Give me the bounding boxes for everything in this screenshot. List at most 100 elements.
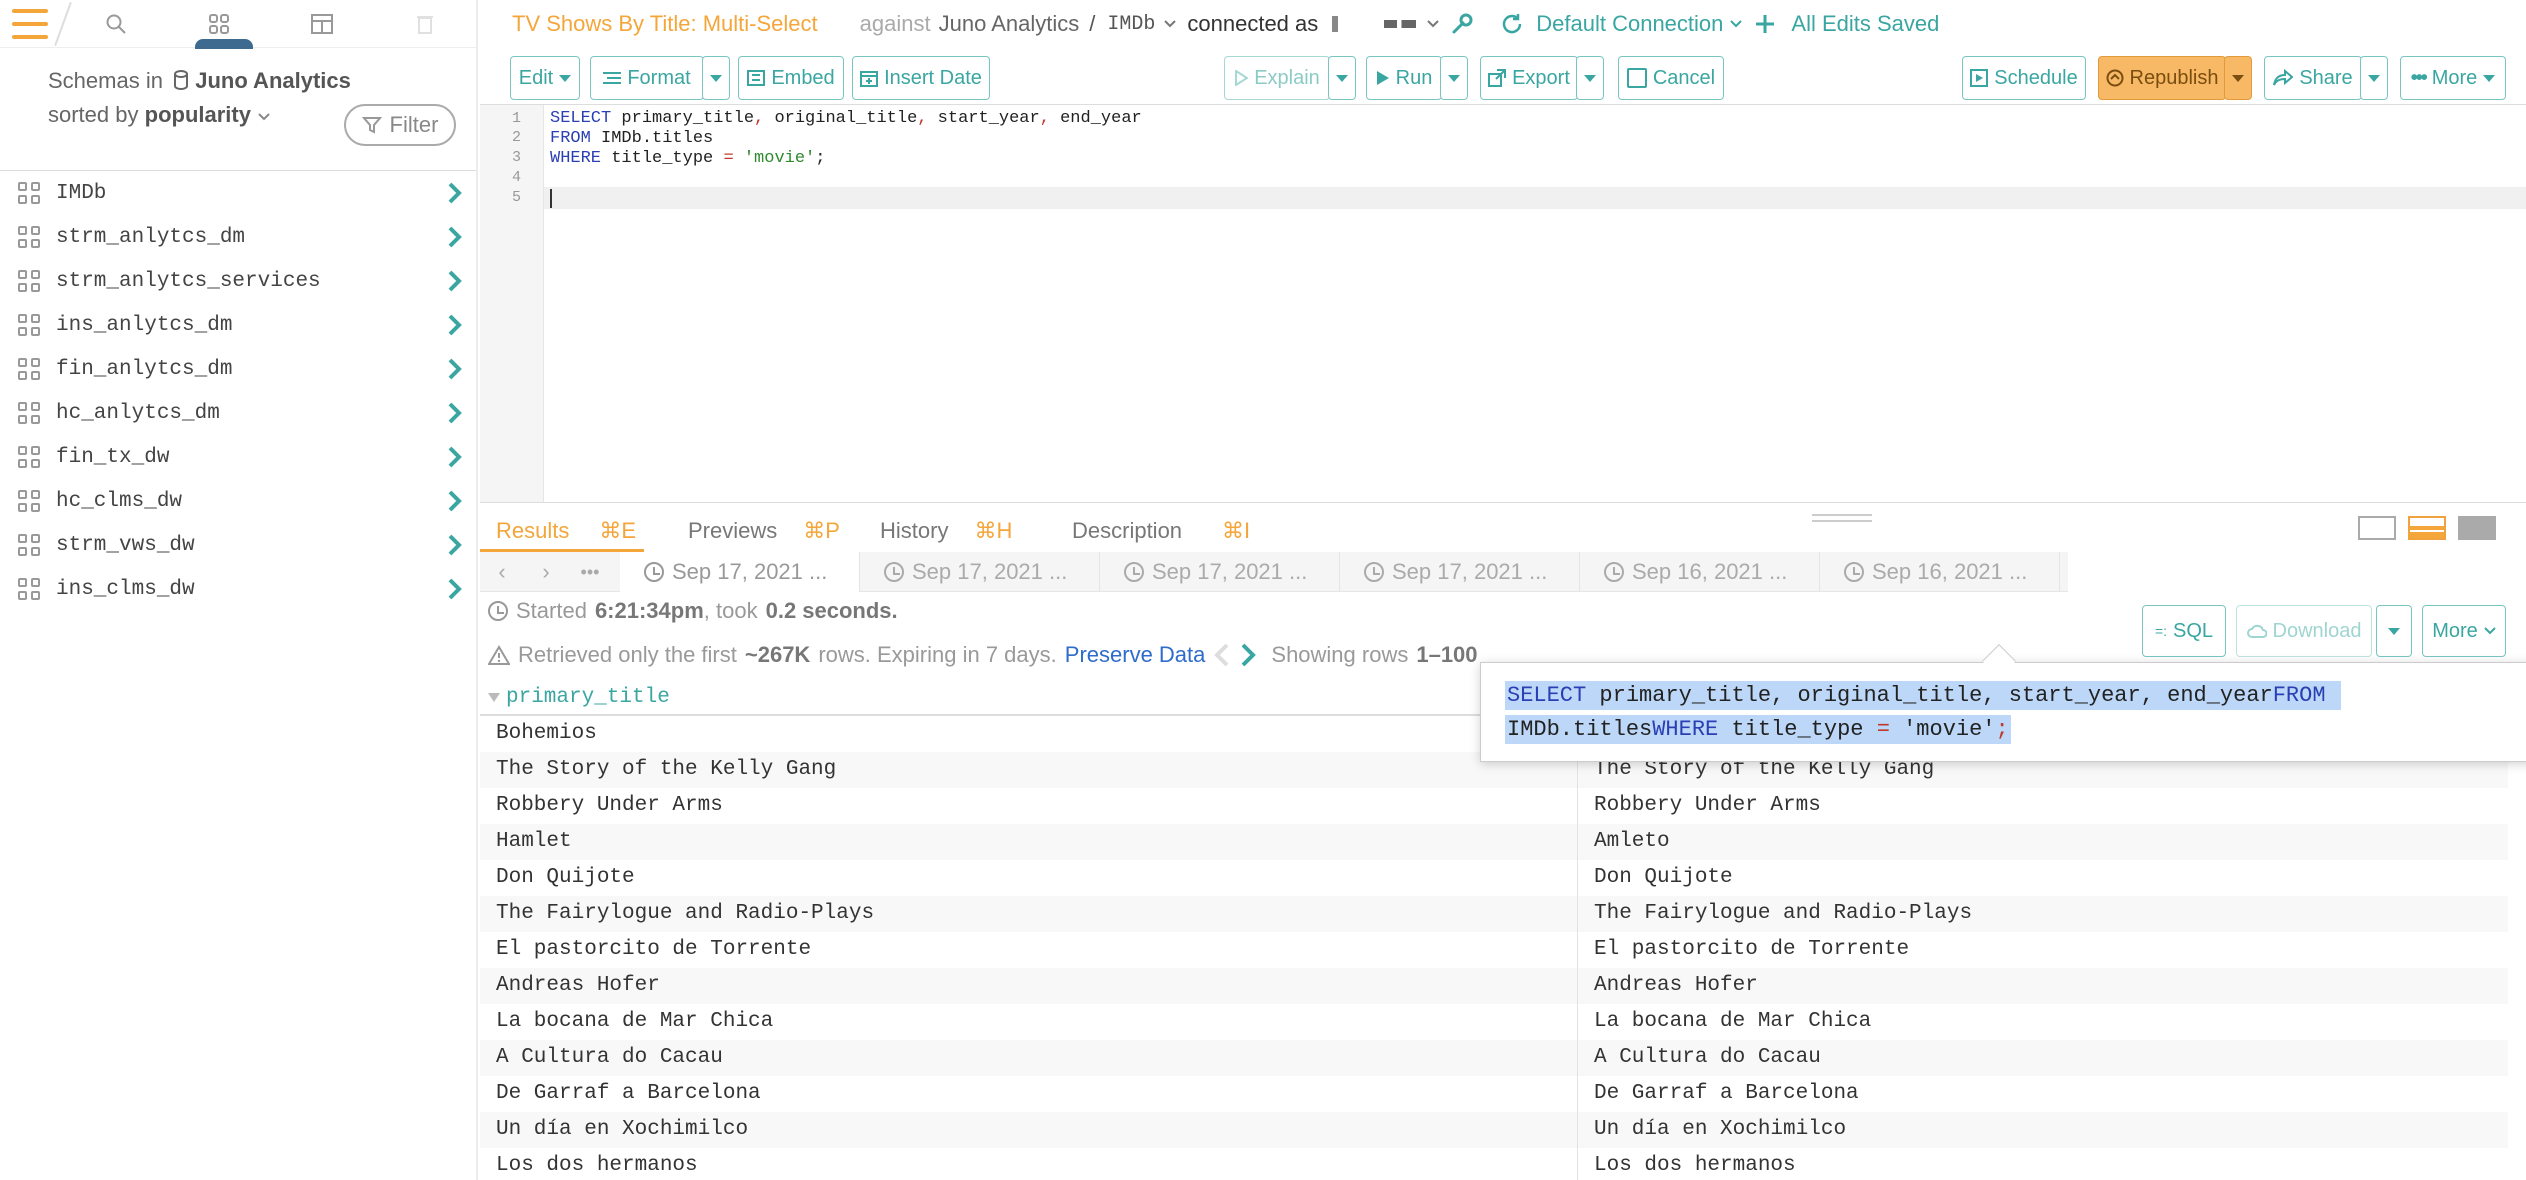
chevron-right-icon[interactable] [446, 445, 464, 469]
format-dropdown[interactable] [702, 56, 730, 100]
table-row[interactable]: De Garraf a Barcelona De Garraf a Barcelo… [480, 1076, 2508, 1112]
edit-button[interactable]: Edit [510, 56, 580, 100]
schema-item[interactable]: strm_anlytcs_dm [0, 215, 476, 259]
run-button[interactable]: Run [1366, 56, 1442, 100]
chevron-right-icon[interactable] [446, 489, 464, 513]
chevron-down-icon[interactable] [1426, 19, 1440, 29]
chevron-right-icon[interactable] [446, 401, 464, 425]
chevron-right-icon[interactable] [446, 181, 464, 205]
cancel-label: Cancel [1652, 66, 1716, 89]
tab-schemas[interactable] [167, 0, 270, 49]
sort-triangle-icon[interactable] [488, 692, 500, 702]
layout-full-icon[interactable] [2458, 516, 2496, 540]
run-dropdown[interactable] [1440, 56, 1468, 100]
tab-tables[interactable] [270, 0, 373, 48]
chevron-right-icon[interactable] [446, 533, 464, 557]
data-source-selector[interactable]: Juno Analytics [939, 11, 1080, 37]
download-dropdown[interactable] [2376, 605, 2412, 657]
results-more-button[interactable]: More [2422, 605, 2506, 657]
download-button[interactable]: Download [2236, 605, 2372, 657]
chevron-down-icon[interactable] [257, 112, 271, 122]
export-button[interactable]: Export [1480, 56, 1578, 100]
preserve-data-link[interactable]: Preserve Data [1065, 642, 1206, 668]
sort-dropdown[interactable]: popularity [145, 102, 251, 127]
table-row[interactable]: La bocana de Mar Chica La bocana de Mar C… [480, 1004, 2508, 1040]
sql-button[interactable]: =: SQL [2142, 605, 2226, 657]
schema-item[interactable]: IMDb [0, 171, 476, 215]
republish-dropdown[interactable] [2224, 56, 2252, 100]
tab-previews[interactable]: Previews ⌘P [688, 511, 840, 551]
plus-icon[interactable] [1753, 12, 1777, 36]
sql-condition: title_type [1718, 717, 1877, 742]
more-tabs-icon[interactable]: ••• [568, 552, 612, 592]
schema-item[interactable]: hc_anlytcs_dm [0, 391, 476, 435]
schema-item[interactable]: ins_anlytcs_dm [0, 303, 476, 347]
chevron-right-icon[interactable] [446, 357, 464, 381]
schema-item[interactable]: strm_anlytcs_services [0, 259, 476, 303]
column-header[interactable]: primary_title [480, 680, 1580, 716]
share-dropdown[interactable] [2360, 56, 2388, 100]
history-tab[interactable]: Sep 17, 2021 ... [620, 552, 860, 592]
schema-item[interactable]: fin_tx_dw [0, 435, 476, 479]
chevron-right-icon[interactable] [1239, 642, 1257, 668]
table-row[interactable]: Andreas Hofer Andreas Hofer [480, 968, 2508, 1004]
insert-date-button[interactable]: Insert Date [852, 56, 990, 100]
resize-handle[interactable] [1812, 514, 1872, 522]
sql-editor[interactable]: 1 2 3 4 5 SELECT primary_title, original… [480, 104, 2526, 502]
cell-primary-title: El pastorcito de Torrente [480, 932, 1578, 968]
layout-split-icon[interactable] [2408, 516, 2446, 540]
history-tab[interactable]: Sep 16, 2021 ... [1580, 552, 1820, 592]
hamburger-icon[interactable] [12, 8, 49, 39]
refresh-icon[interactable] [1500, 12, 1524, 36]
schema-item[interactable]: ins_clms_dw [0, 567, 476, 611]
embed-button[interactable]: Embed [738, 56, 844, 100]
report-title[interactable]: TV Shows By Title: Multi-Select [512, 11, 818, 37]
connection-selector[interactable]: Default Connection [1536, 11, 1723, 37]
table-row[interactable]: Hamlet Amleto [480, 824, 2508, 860]
table-row[interactable]: Un día en Xochimilco Un día en Xochimilco [480, 1112, 2508, 1148]
sql-popover[interactable]: SELECT primary_title, original_title, st… [1480, 644, 2526, 762]
history-tab[interactable]: Sep 17, 2021 ... [1340, 552, 1580, 592]
schema-name: ins_clms_dw [56, 577, 195, 601]
schema-selector[interactable]: IMDb [1107, 13, 1155, 36]
table-row[interactable]: Los dos hermanos Los dos hermanos [480, 1148, 2508, 1180]
table-row[interactable]: Robbery Under Arms Robbery Under Arms [480, 788, 2508, 824]
history-tab[interactable]: Sep 17, 2021 ... [1100, 552, 1340, 592]
tab-description[interactable]: Description ⌘I [1072, 511, 1250, 551]
share-button[interactable]: Share [2264, 56, 2362, 100]
chevron-right-icon[interactable] [446, 269, 464, 293]
wrench-icon[interactable] [1450, 12, 1474, 36]
explain-button[interactable]: Explain [1224, 56, 1330, 100]
schema-item[interactable]: fin_anlytcs_dm [0, 347, 476, 391]
tab-history[interactable]: History ⌘H [880, 511, 1012, 551]
chevron-down-icon[interactable] [1729, 19, 1743, 29]
chevron-down-icon[interactable] [1163, 19, 1177, 29]
filter-button[interactable]: Filter [344, 104, 456, 146]
schema-item[interactable]: hc_clms_dw [0, 479, 476, 523]
schedule-button[interactable]: Schedule [1962, 56, 2086, 100]
tab-trash[interactable] [373, 0, 476, 48]
tab-search[interactable] [64, 0, 167, 48]
history-tab[interactable]: Sep 17, 2021 ... [860, 552, 1100, 592]
schema-item[interactable]: strm_vws_dw [0, 523, 476, 567]
cancel-button[interactable]: Cancel [1618, 56, 1724, 100]
history-tab[interactable]: Sep 16, 2021 ... [1820, 552, 2060, 592]
table-row[interactable]: El pastorcito de Torrente El pastorcito d… [480, 932, 2508, 968]
chevron-left-icon[interactable]: ‹ [480, 552, 524, 592]
chevron-right-icon[interactable] [446, 225, 464, 249]
export-dropdown[interactable] [1576, 56, 1604, 100]
more-button[interactable]: ••• More [2400, 56, 2506, 100]
explain-dropdown[interactable] [1328, 56, 1356, 100]
table-row[interactable]: A Cultura do Cacau A Cultura do Cacau [480, 1040, 2508, 1076]
format-button[interactable]: Format [590, 56, 704, 100]
table-row[interactable]: Don Quijote Don Quijote [480, 860, 2508, 896]
chevron-right-icon[interactable] [446, 577, 464, 601]
chevron-right-icon[interactable] [446, 313, 464, 337]
chevron-right-icon[interactable]: › [524, 552, 568, 592]
layout-single-icon[interactable] [2358, 516, 2396, 540]
table-row[interactable]: The Fairylogue and Radio-Plays The Fairyl… [480, 896, 2508, 932]
tab-results[interactable]: Results ⌘E [479, 511, 645, 553]
republish-button[interactable]: Republish [2098, 56, 2226, 100]
user-redacted-dots[interactable] [1384, 20, 1417, 28]
chevron-left-icon[interactable] [1213, 642, 1231, 668]
